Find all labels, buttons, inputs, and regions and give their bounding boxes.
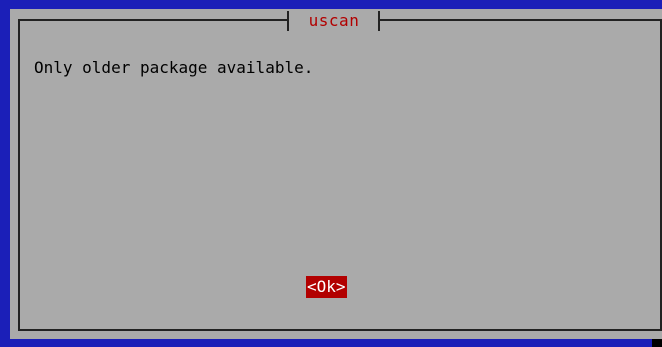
dialog-box: uscan Only older package available. <Ok>: [10, 9, 662, 339]
dialog-title: uscan: [308, 11, 360, 30]
ok-button[interactable]: <Ok>: [306, 276, 347, 298]
dialog-message: Only older package available.: [34, 58, 314, 77]
